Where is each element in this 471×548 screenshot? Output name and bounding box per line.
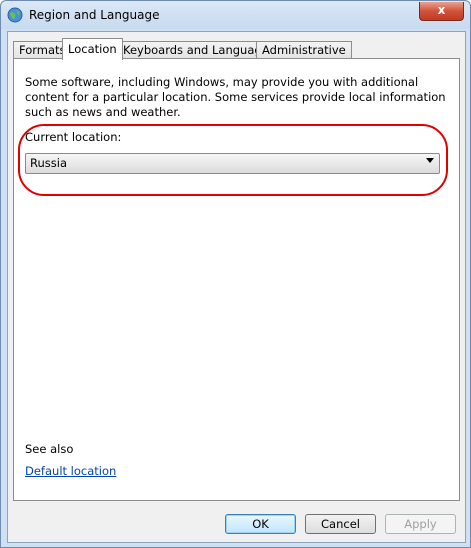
tab-location[interactable]: Location <box>62 38 123 60</box>
current-location-dropdown[interactable]: Russia <box>25 153 440 174</box>
window-title: Region and Language <box>29 8 160 22</box>
dialog-client-area: Formats Location Keyboards and Languages… <box>7 31 466 543</box>
current-location-label: Current location: <box>25 130 122 144</box>
title-bar[interactable]: Region and Language x <box>1 1 470 29</box>
cancel-button[interactable]: Cancel <box>305 514 376 534</box>
ok-button[interactable]: OK <box>225 514 296 534</box>
globe-icon <box>7 7 23 23</box>
apply-button[interactable]: Apply <box>385 514 456 534</box>
chevron-down-icon <box>426 158 434 163</box>
see-also-heading: See also <box>25 442 74 456</box>
close-icon: x <box>437 3 446 17</box>
default-location-link[interactable]: Default location <box>25 464 116 478</box>
dialog-window: Region and Language x Formats Location K… <box>0 0 471 548</box>
location-description: Some software, including Windows, may pr… <box>25 75 446 119</box>
close-button[interactable]: x <box>419 2 464 21</box>
location-tab-panel: Some software, including Windows, may pr… <box>13 58 460 501</box>
tab-administrative[interactable]: Administrative <box>256 41 352 59</box>
current-location-value: Russia <box>30 156 67 170</box>
